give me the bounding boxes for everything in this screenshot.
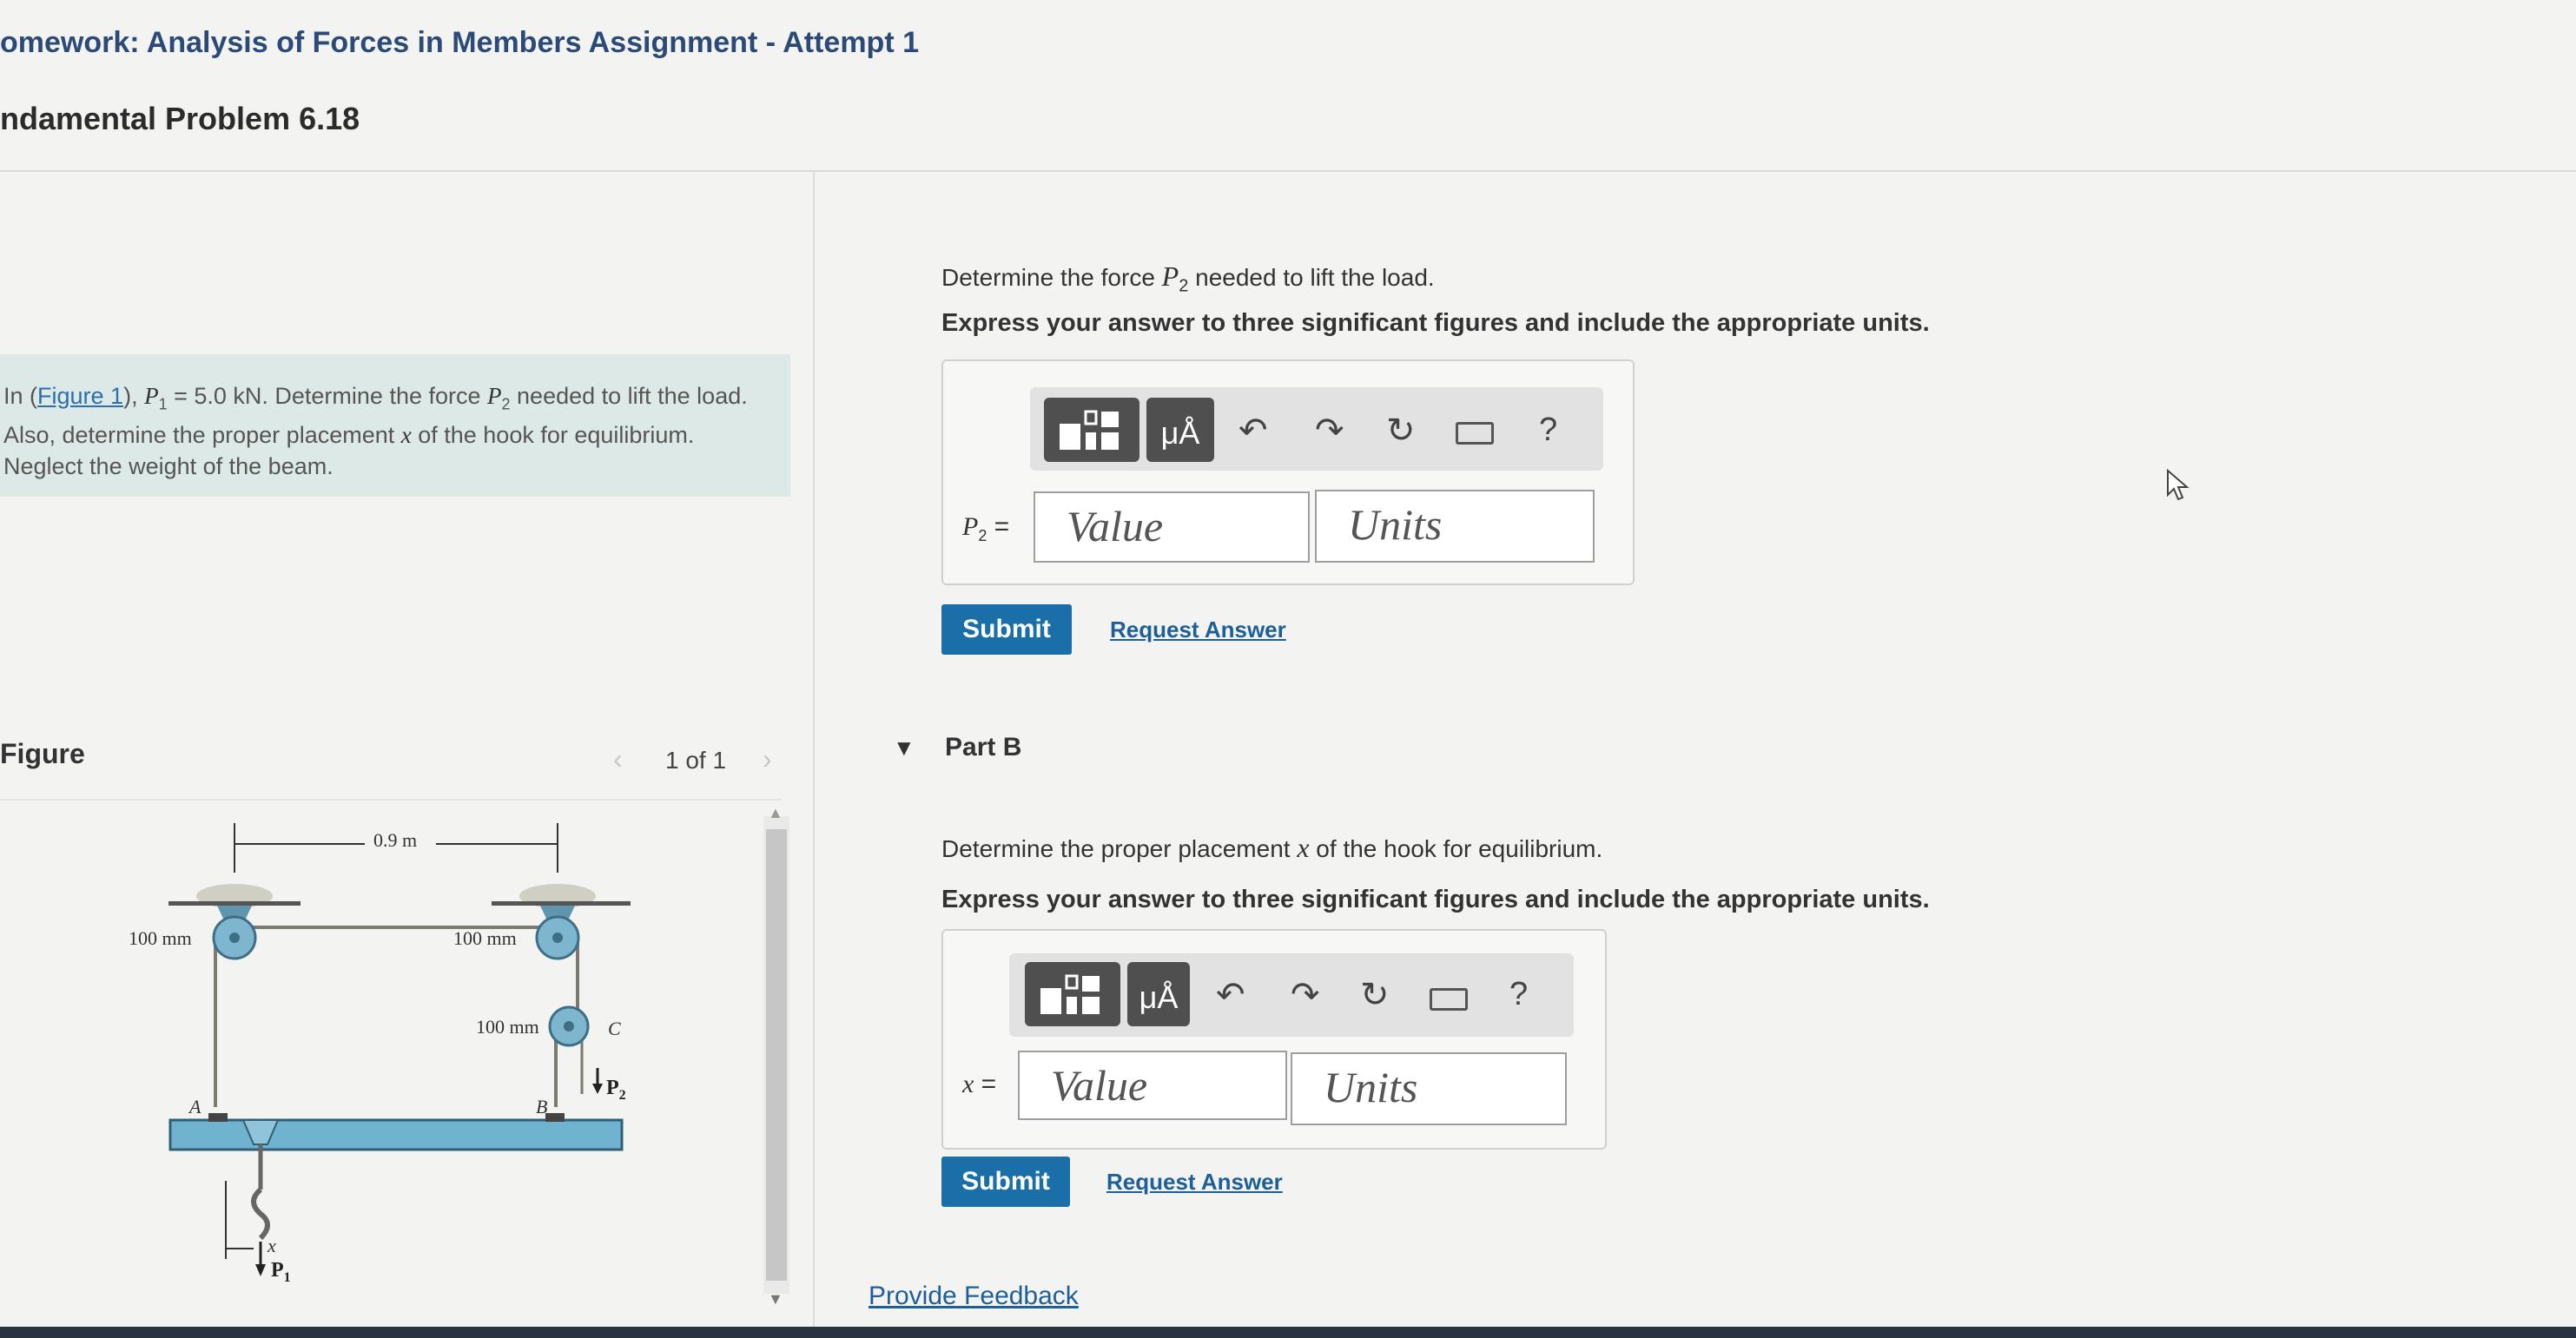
beam (168, 1118, 624, 1151)
caret-down-icon[interactable]: ▼ (893, 735, 915, 761)
dim-pulley-c: 100 mm (476, 1016, 539, 1038)
problem-title: ndamental Problem 6.18 (0, 101, 360, 136)
p1-arrow-head (255, 1264, 266, 1276)
dim-left-pulley: 100 mm (129, 927, 192, 949)
part-b-units-input[interactable]: Units (1291, 1052, 1567, 1125)
redo-icon[interactable]: ↷ (1291, 978, 1320, 1012)
reset-icon[interactable]: ↻ (1360, 978, 1390, 1012)
mouse-cursor-icon (2167, 469, 2190, 501)
part-a-instruction: Express your answer to three significant… (941, 309, 1930, 337)
p2-symbol: P (487, 383, 502, 409)
part-b-title[interactable]: Part B (945, 733, 1021, 762)
taskbar-edge (0, 1327, 2576, 1338)
problem-text-part: = 5.0 kN. Determine the force (167, 383, 488, 409)
header-divider (0, 170, 2576, 172)
templates-button[interactable] (1025, 962, 1120, 1026)
help-button[interactable]: ? (1509, 976, 1528, 1013)
dimension-top-label: 0.9 m (373, 829, 417, 851)
figure-link[interactable]: Figure 1 (37, 383, 123, 409)
problem-text-part: ), (123, 383, 145, 409)
assignment-title: omework: Analysis of Forces in Members A… (0, 26, 920, 59)
part-a-answer-label: P2 = (962, 512, 1010, 544)
p2-arrow-head (592, 1084, 603, 1094)
x-symbol: x (400, 422, 412, 449)
pulley-right-hub (552, 933, 563, 943)
scroll-up-icon[interactable]: ▲ (768, 804, 783, 822)
pulley-left-hub (229, 933, 240, 943)
anchor-a (208, 1113, 228, 1122)
anchor-b (545, 1113, 565, 1122)
scroll-down-icon[interactable]: ▼ (768, 1290, 783, 1308)
figure-divider (0, 799, 782, 801)
x-dim-label: x (267, 1235, 276, 1256)
chevron-left-icon[interactable]: ‹ (613, 743, 623, 775)
p2-symbol: P (1161, 260, 1179, 292)
pulley-c-hub (564, 1021, 574, 1032)
figure-diagram: 0.9 m 100 mm 100 mm 100 mm C A B P2 P1 x (129, 823, 631, 1285)
keyboard-icon[interactable] (1430, 988, 1468, 1011)
units-button[interactable]: μÅ (1127, 962, 1190, 1026)
keyboard-icon[interactable] (1456, 422, 1494, 445)
p2-subscript: 2 (1179, 276, 1189, 296)
part-b-instruction: Express your answer to three significant… (941, 886, 1930, 913)
question-text: of the hook for equilibrium. (1309, 835, 1603, 862)
part-b-answer-label: x = (962, 1070, 997, 1098)
p2-subscript: 2 (501, 395, 511, 413)
undo-icon[interactable]: ↶ (1216, 978, 1245, 1012)
help-button[interactable]: ? (1539, 412, 1557, 449)
part-b-value-input[interactable]: Value (1018, 1051, 1287, 1120)
dim-right-pulley: 100 mm (453, 927, 517, 949)
part-b-question: Determine the proper placement x of the … (941, 832, 1602, 864)
point-c-label: C (608, 1018, 621, 1039)
part-b-request-answer-link[interactable]: Request Answer (1106, 1169, 1283, 1196)
figure-pager: 1 of 1 (665, 747, 727, 774)
part-a-value-input[interactable]: Value (1034, 491, 1310, 563)
problem-text-part: In ( (3, 383, 38, 409)
templates-button[interactable] (1044, 398, 1139, 462)
question-text: Determine the proper placement (941, 835, 1298, 862)
templates-icon (1040, 974, 1100, 1014)
column-divider (813, 172, 815, 1327)
question-text: needed to lift the load. (1188, 264, 1435, 291)
chevron-right-icon[interactable]: › (763, 743, 772, 775)
p1-symbol: P (144, 383, 159, 409)
figure-scrollbar-thumb[interactable] (766, 829, 787, 1281)
provide-feedback-link[interactable]: Provide Feedback (869, 1282, 1079, 1311)
part-b-submit-button[interactable]: Submit (941, 1157, 1070, 1207)
point-a-label: A (188, 1096, 201, 1117)
templates-icon (1060, 410, 1119, 450)
question-text: Determine the force (941, 264, 1162, 291)
p1-subscript: 1 (158, 395, 168, 413)
figure-label: Figure (0, 738, 85, 769)
problem-statement: In (Figure 1), P1 = 5.0 kN. Determine th… (3, 380, 759, 482)
part-a-request-answer-link[interactable]: Request Answer (1110, 616, 1286, 643)
hook-icon (251, 1187, 270, 1241)
part-a-submit-button[interactable]: Submit (941, 604, 1072, 655)
units-button[interactable]: μÅ (1146, 398, 1214, 462)
undo-icon[interactable]: ↶ (1238, 413, 1268, 448)
part-a-question: Determine the force P2 needed to lift th… (941, 260, 1435, 297)
redo-icon[interactable]: ↷ (1315, 413, 1344, 448)
part-a-units-input[interactable]: Units (1315, 490, 1595, 563)
p1-label: P1 (271, 1259, 291, 1285)
reset-icon[interactable]: ↻ (1386, 413, 1416, 448)
ceiling-right-plate (492, 901, 631, 906)
ceiling-left-plate (168, 901, 301, 906)
p2-label: P2 (606, 1077, 626, 1103)
x-symbol: x (1297, 832, 1310, 863)
